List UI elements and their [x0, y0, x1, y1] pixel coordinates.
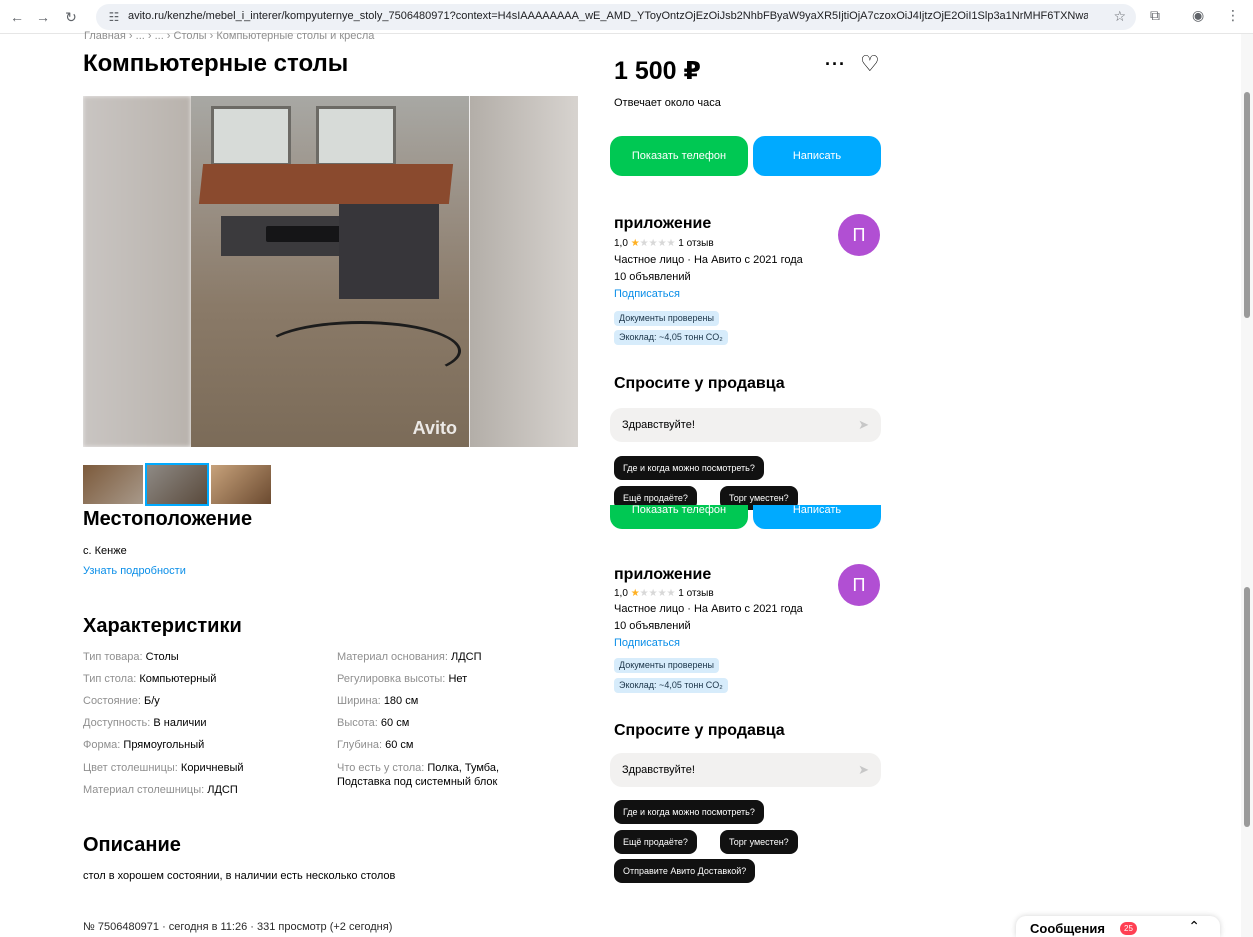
- subscribe-link[interactable]: Подписаться: [614, 288, 680, 300]
- spec-item: Материал основания: ЛДСП: [337, 651, 482, 663]
- gallery-blur-left: [83, 96, 191, 447]
- send-arrow-icon[interactable]: ➤: [858, 762, 869, 778]
- location-address: с. Кенже: [83, 545, 127, 557]
- location-heading: Местоположение: [83, 508, 253, 530]
- seller-avatar[interactable]: П: [838, 214, 880, 256]
- gallery-blur-right: [470, 96, 578, 447]
- eco-badge[interactable]: Экоклад: ~4,05 тонн CO₂: [614, 330, 728, 345]
- seller-name[interactable]: приложение: [614, 566, 711, 584]
- docs-verified-badge: Документы проверены: [614, 311, 719, 326]
- rating-star-icon: ★: [630, 588, 640, 599]
- seller-type: Частное лицо · На Авито с 2021 года: [614, 603, 803, 615]
- spec-item: Глубина: 60 см: [337, 739, 414, 751]
- spec-item: Высота: 60 см: [337, 717, 410, 729]
- messages-widget[interactable]: Сообщения 25 ⌃: [1016, 916, 1220, 937]
- back-arrow-icon[interactable]: ←: [8, 8, 26, 26]
- seller-ads-count[interactable]: 10 объявлений: [614, 271, 691, 283]
- spec-item: Цвет столешницы: Коричневый: [83, 762, 244, 774]
- favorite-heart-icon[interactable]: ♡: [860, 51, 880, 77]
- photo-desk-leg: [339, 204, 439, 299]
- reload-icon[interactable]: ↻: [62, 8, 80, 26]
- rating-star-icon: ★: [630, 238, 640, 249]
- rating-star-empty-icon: ★★★★: [639, 238, 676, 249]
- write-message-button[interactable]: Написать: [753, 136, 881, 176]
- breadcrumb[interactable]: Главная › ... › ... › Столы › Компьютерн…: [84, 30, 374, 42]
- specs-heading: Характеристики: [83, 615, 242, 637]
- rating-star-empty-icon: ★★★★: [639, 588, 676, 599]
- spec-item: Состояние: Б/у: [83, 695, 160, 707]
- quick-question-chip[interactable]: Где и когда можно посмотреть?: [614, 800, 764, 824]
- photo-window: [211, 106, 291, 166]
- main-photo[interactable]: Avito: [191, 96, 469, 447]
- profile-icon[interactable]: ◉: [1192, 7, 1204, 24]
- spec-item: Тип стола: Компьютерный: [83, 673, 217, 685]
- eco-badge[interactable]: Экоклад: ~4,05 тонн CO₂: [614, 678, 728, 693]
- subscribe-link[interactable]: Подписаться: [614, 637, 680, 649]
- photo-gallery[interactable]: Avito: [83, 96, 578, 447]
- address-bar[interactable]: ☷ avito.ru/kenzhe/mebel_i_interer/kompyu…: [96, 4, 1136, 30]
- quick-question-chip[interactable]: Где и когда можно посмотреть?: [614, 456, 764, 480]
- thumbnail[interactable]: [211, 465, 271, 504]
- ask-seller-input[interactable]: Здравствуйте! ➤: [610, 753, 881, 787]
- ask-seller-input[interactable]: Здравствуйте! ➤: [610, 408, 881, 442]
- photo-desk-top: [198, 164, 454, 204]
- quick-question-chip[interactable]: Отправите Авито Доставкой?: [614, 859, 756, 883]
- spec-item: Форма: Прямоугольный: [83, 739, 205, 751]
- show-phone-button-sticky[interactable]: Показать телефон: [610, 505, 748, 529]
- more-options-icon[interactable]: ···: [825, 54, 846, 75]
- photo-cable: [261, 321, 461, 381]
- site-settings-icon[interactable]: ☷: [106, 9, 122, 25]
- extensions-icon[interactable]: ⧉: [1150, 7, 1160, 24]
- chevron-up-icon[interactable]: ⌃: [1188, 918, 1200, 935]
- seller-rating[interactable]: 1,0 ★★★★★ 1 отзыв: [614, 238, 714, 249]
- forward-arrow-icon[interactable]: →: [34, 8, 52, 26]
- show-phone-button[interactable]: Показать телефон: [610, 136, 748, 176]
- scrollbar-thumb-bottom[interactable]: [1244, 587, 1250, 827]
- browser-toolbar: ← → ↻ ☷ avito.ru/kenzhe/mebel_i_interer/…: [0, 0, 1253, 34]
- spec-item: Что есть у стола: Полка, Тумба, Подставка…: [337, 762, 499, 788]
- quick-question-chip[interactable]: Ещё продаёте?: [614, 830, 697, 854]
- spec-item: Регулировка высоты: Нет: [337, 673, 468, 685]
- seller-ads-count[interactable]: 10 объявлений: [614, 620, 691, 632]
- bookmark-star-icon[interactable]: ☆: [1113, 8, 1126, 25]
- spec-item: Ширина: 180 см: [337, 695, 419, 707]
- spec-item: Доступность: В наличии: [83, 717, 207, 729]
- spec-item: Тип товара: Столы: [83, 651, 179, 663]
- docs-verified-badge: Документы проверены: [614, 658, 719, 673]
- seller-rating[interactable]: 1,0 ★★★★★ 1 отзыв: [614, 588, 714, 599]
- quick-question-chip[interactable]: Торг уместен?: [720, 830, 798, 854]
- seller-type: Частное лицо · На Авито с 2021 года: [614, 254, 803, 266]
- scrollbar-thumb-top[interactable]: [1244, 92, 1250, 318]
- response-time: Отвечает около часа: [614, 97, 721, 109]
- photo-window: [316, 106, 396, 166]
- messages-label[interactable]: Сообщения: [1030, 921, 1105, 936]
- listing-meta: № 7506480971 · сегодня в 11:26 · 331 про…: [83, 921, 393, 933]
- kebab-menu-icon[interactable]: ⋮: [1226, 7, 1240, 24]
- thumbnail[interactable]: [83, 465, 143, 504]
- thumbnail-active[interactable]: [145, 463, 209, 506]
- description-heading: Описание: [83, 834, 181, 856]
- location-details-link[interactable]: Узнать подробности: [83, 565, 186, 577]
- ask-seller-heading: Спросите у продавца: [614, 375, 785, 392]
- send-arrow-icon[interactable]: ➤: [858, 417, 869, 433]
- messages-count-badge: 25: [1120, 922, 1137, 935]
- price: 1 500 ₽: [614, 57, 701, 85]
- seller-avatar[interactable]: П: [838, 564, 880, 606]
- seller-name[interactable]: приложение: [614, 215, 711, 233]
- url-text[interactable]: avito.ru/kenzhe/mebel_i_interer/kompyute…: [128, 10, 1088, 22]
- ask-seller-heading: Спросите у продавца: [614, 722, 785, 739]
- write-message-button-sticky[interactable]: Написать: [753, 505, 881, 529]
- avito-watermark: Avito: [412, 418, 457, 438]
- page-title: Компьютерные столы: [83, 50, 349, 77]
- scrollbar[interactable]: [1241, 34, 1253, 937]
- spec-item: Материал столешницы: ЛДСП: [83, 784, 238, 796]
- description-text: стол в хорошем состоянии, в наличии есть…: [83, 870, 396, 882]
